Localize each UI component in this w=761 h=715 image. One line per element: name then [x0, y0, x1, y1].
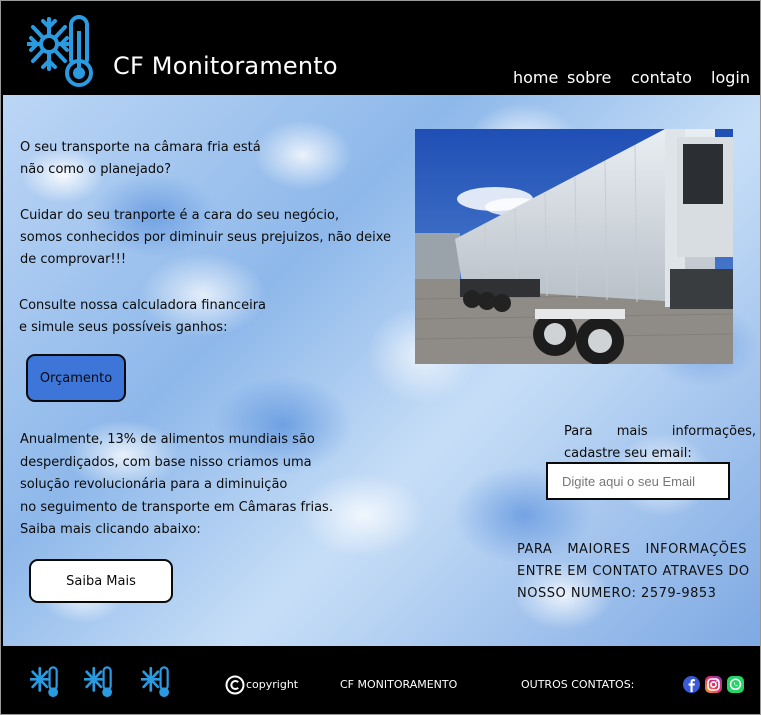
email-input[interactable] [546, 462, 730, 500]
intro-line-7: e simule seus possíveis ganhos: [19, 320, 228, 335]
waste-line-4: no seguimento de transporte em Câmaras f… [20, 500, 333, 515]
contact-line-2: ENTRE EM CONTATO ATRAVES DO [517, 564, 750, 579]
whatsapp-icon[interactable] [727, 676, 744, 693]
contact-line-3: NOSSO NUMERO: 2579-9853 [517, 586, 717, 601]
waste-line-3: solução revolucionária para a diminuição [20, 477, 288, 492]
refrigerated-truck-image [415, 129, 733, 364]
brand-title: CF Monitoramento [113, 52, 338, 80]
intro-line-4: somos conhecidos por diminuir seus preju… [20, 230, 392, 245]
copyright-text: copyright [246, 678, 299, 691]
snowflake-thermometer-icon [141, 666, 169, 698]
snowflake-thermometer-icon [30, 666, 58, 698]
snowflake-thermometer-icon [84, 666, 112, 698]
intro-line-6: Consulte nossa calculadora financeira [19, 298, 266, 313]
waste-line-2: desperdiçados, com base nisso criamos um… [20, 455, 312, 470]
contact-line-1: PARA MAIORES INFORMAÇÕES [517, 542, 747, 557]
facebook-icon[interactable] [683, 676, 700, 693]
company-name: CF MONITORAMENTO [340, 678, 458, 691]
footer: copyright CF MONITORAMENTO OUTROS CONTAT… [3, 646, 760, 714]
copyright-icon [225, 675, 245, 695]
intro-line-5: de comprovar!!! [20, 252, 127, 267]
nav-contato[interactable]: contato [631, 68, 692, 87]
main-content: O seu transporte na câmara fria está não… [3, 95, 760, 646]
intro-line-3: Cuidar do seu tranporte é a cara do seu … [20, 208, 340, 223]
other-contacts-label: OUTROS CONTATOS: [521, 678, 635, 691]
nav-home[interactable]: home [513, 68, 558, 87]
saiba-mais-button[interactable]: Saiba Mais [29, 559, 173, 603]
nav-login[interactable]: login [711, 68, 750, 87]
waste-line-5: Saiba mais clicando abaixo: [20, 522, 201, 537]
email-prompt-line-1: Para mais informações, [564, 424, 756, 439]
page-frame: CF Monitoramento home sobre contato logi… [0, 0, 761, 715]
intro-line-2: não como o planejado? [20, 162, 171, 177]
intro-line-1: O seu transporte na câmara fria está [20, 140, 261, 155]
nav-sobre[interactable]: sobre [567, 68, 611, 87]
snowflake-thermometer-icon [27, 15, 93, 87]
instagram-icon[interactable] [705, 676, 722, 693]
header: CF Monitoramento home sobre contato logi… [3, 3, 760, 95]
orcamento-button[interactable]: Orçamento [26, 354, 126, 402]
waste-line-1: Anualmente, 13% de alimentos mundiais sã… [20, 432, 315, 447]
